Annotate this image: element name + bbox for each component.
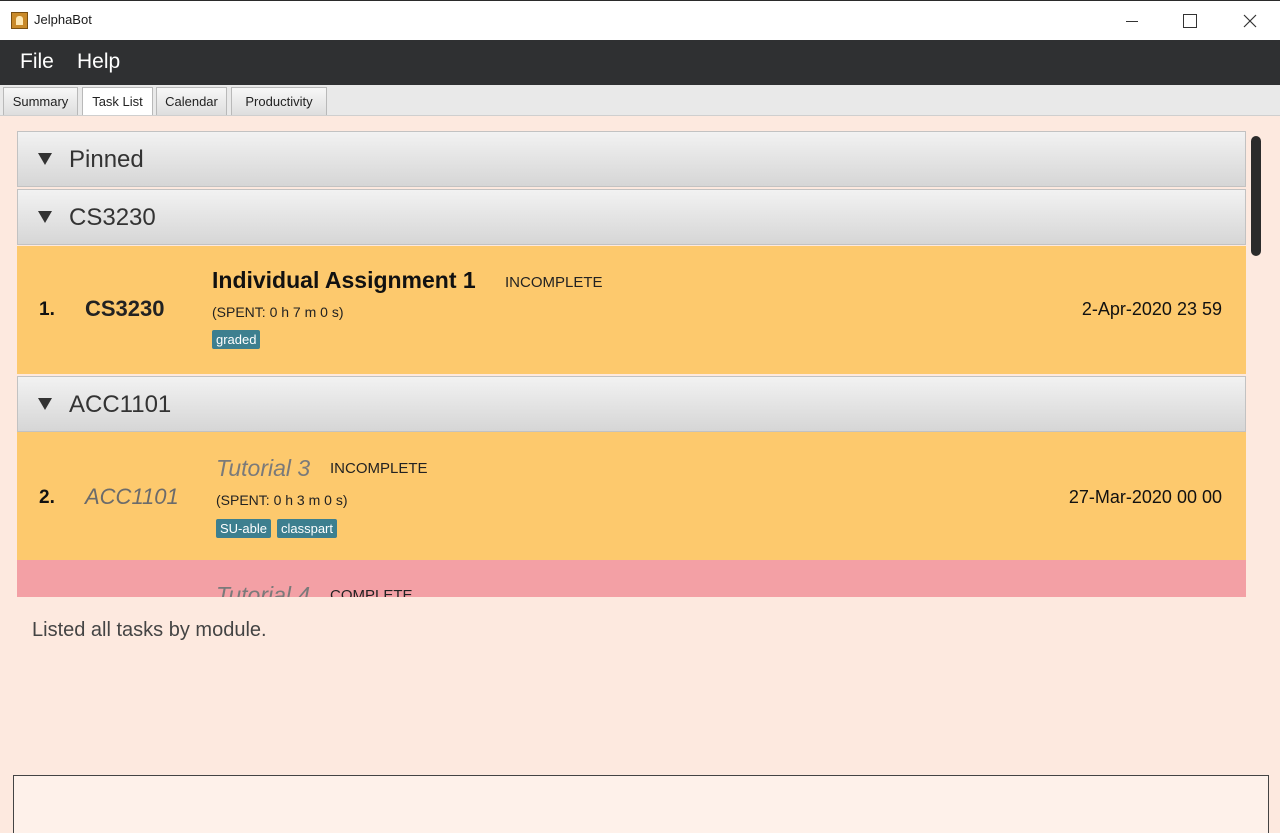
menu-file[interactable]: File [20, 50, 54, 74]
tag-badge: SU-able [216, 519, 271, 538]
task-status: INCOMPLETE [505, 274, 603, 291]
tab-productivity[interactable]: Productivity [231, 87, 327, 115]
task-status: COMPLETE [330, 587, 413, 597]
task-date: 2-Apr-2020 23 59 [1081, 299, 1222, 319]
tab-summary[interactable]: Summary [3, 87, 78, 115]
task-tags: SU-able classpart [216, 519, 337, 538]
tab-bar: Summary Task List Calendar Productivity [0, 85, 1280, 116]
tag-badge: classpart [276, 519, 337, 538]
task-tags: graded [212, 330, 261, 349]
task-description: Tutorial 3 [216, 455, 311, 481]
task-description: Tutorial 4 [216, 582, 311, 597]
task-status: INCOMPLETE [330, 460, 428, 477]
group-header-acc1101[interactable]: ACC1101 [17, 376, 1246, 432]
maximize-button[interactable] [1168, 7, 1212, 35]
task-spent: (SPENT: 0 h 3 m 0 s) [216, 492, 348, 508]
expand-arrow-icon [38, 211, 52, 223]
task-date: 27-Mar-2020 00 00 [1068, 487, 1222, 507]
task-spent: (SPENT: 0 h 7 m 0 s) [212, 304, 344, 320]
expand-arrow-icon [38, 153, 52, 165]
task-description: Individual Assignment 1 [212, 267, 476, 293]
group-title: CS3230 [69, 204, 156, 231]
task-module: CS3230 [85, 296, 165, 321]
result-display: Listed all tasks by module. [0, 597, 1280, 769]
expand-arrow-icon [38, 398, 52, 410]
tab-calendar[interactable]: Calendar [156, 87, 227, 115]
app-icon [11, 12, 28, 29]
window-title: JelphaBot [34, 12, 92, 27]
task-list-scrollbar[interactable] [1248, 130, 1264, 597]
menu-help[interactable]: Help [77, 50, 120, 74]
tab-task-list[interactable]: Task List [82, 87, 153, 115]
minimize-button[interactable] [1110, 7, 1154, 35]
result-message: Listed all tasks by module. [32, 619, 267, 641]
menu-bar: File Help [0, 40, 1280, 85]
group-title: Pinned [69, 146, 144, 173]
group-title: ACC1101 [69, 391, 172, 418]
task-card[interactable]: 1. CS3230 Individual Assignment 1 INCOMP… [17, 246, 1246, 374]
title-bar: JelphaBot [0, 0, 1280, 40]
group-header-pinned[interactable]: Pinned [17, 131, 1246, 187]
tag-badge: graded [212, 330, 261, 349]
task-card[interactable]: 2. ACC1101 Tutorial 3 INCOMPLETE (SPENT:… [17, 432, 1246, 560]
task-index: 1. [39, 299, 55, 320]
task-list-panel: Pinned CS3230 1. CS3230 Individual Assig… [16, 130, 1267, 597]
command-input[interactable] [13, 775, 1269, 833]
scrollbar-thumb[interactable] [1251, 136, 1261, 256]
task-card[interactable]: Tutorial 4 COMPLETE [17, 560, 1246, 597]
close-icon [1243, 14, 1257, 28]
group-header-cs3230[interactable]: CS3230 [17, 189, 1246, 245]
close-button[interactable] [1228, 7, 1272, 35]
task-module: ACC1101 [85, 484, 179, 509]
task-index: 2. [39, 487, 55, 508]
